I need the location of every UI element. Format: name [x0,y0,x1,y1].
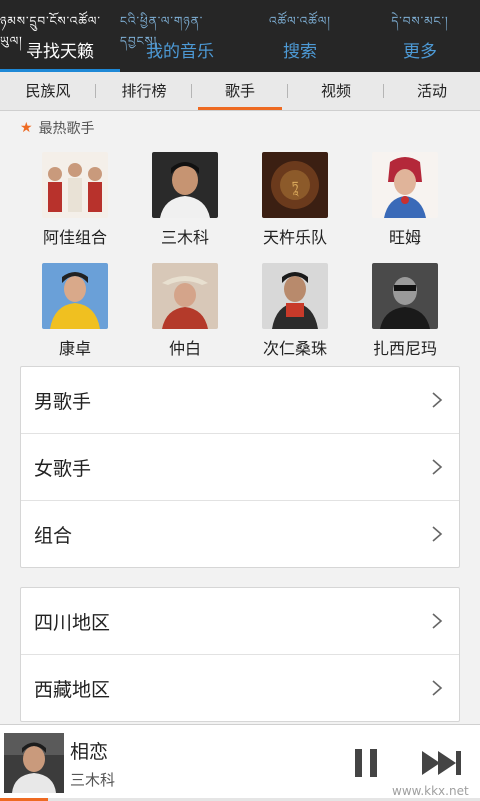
chevron-right-icon [432,459,443,475]
category-list: 男歌手 女歌手 组合 [20,366,460,568]
singer-photo[interactable] [152,152,218,218]
nav-tab-0[interactable]: ཉམས་དྲུབ་ངོས་འཚོལ་ཡུལ། 寻找天籁 [0,0,120,72]
sub-tab-2[interactable]: 歌手 [192,72,288,110]
singer-card[interactable]: 三木科 [130,152,240,248]
singer-photo[interactable] [42,263,108,329]
singer-name: 次仁桑珠 [262,339,327,358]
sub-tab-label: 歌手 [224,82,255,100]
singer-name: 旺姆 [388,228,421,247]
row-label: 女歌手 [34,457,92,480]
nav-tab-tibetan: འཚོལ་འཚོལ། [269,13,331,28]
chevron-right-icon [432,680,443,696]
nav-tab-1[interactable]: ངའི་ཕྱིན་ལ་གཉན་དབྱངས། 我的音乐 [120,0,240,72]
singer-card[interactable]: 阿佳组合 [20,152,130,248]
singer-name: 扎西尼玛 [372,339,437,358]
pause-button[interactable] [352,747,380,779]
song-artist: 三木科 [70,771,116,789]
nav-tab-tibetan: དེ་བས་མང་། [391,13,449,28]
singer-name: 仲白 [168,339,201,358]
nav-tab-3[interactable]: དེ་བས་མང་། 更多 [360,0,480,72]
singer-name: 康卓 [58,339,91,358]
section-title: 最热歌手 [38,121,95,137]
chevron-right-icon [432,392,443,408]
sub-tab-label: 视频 [320,82,351,100]
singer-photo[interactable] [372,263,438,329]
next-button[interactable] [420,749,464,777]
album-cover[interactable] [4,733,64,793]
sub-tab-bar: 民族风 排行榜 歌手 视频 活动 [0,72,480,111]
row-label: 四川地区 [34,611,111,634]
singer-card[interactable]: 旺姆 [350,152,460,248]
hot-singers-header: ★ 最热歌手 [20,118,95,138]
nav-tab-label: 更多 [403,41,437,62]
singer-card[interactable]: ཏཱ 天杵乐队 [240,152,350,248]
song-title: 相恋 [70,741,109,763]
nav-tab-label: 寻找天籁 [26,41,94,62]
pause-icon [355,749,377,777]
chevron-right-icon [432,613,443,629]
sub-tab-1[interactable]: 排行榜 [96,72,192,110]
categories-row[interactable]: 男歌手 [21,367,459,434]
singer-card[interactable]: 康卓 [20,263,130,359]
sub-tab-label: 活动 [416,82,447,100]
nav-tab-2[interactable]: འཚོལ་འཚོལ། 搜索 [240,0,360,72]
singer-card[interactable]: 扎西尼玛 [350,263,460,359]
chevron-right-icon [432,526,443,542]
singer-name: 天杵乐队 [262,228,327,247]
row-label: 男歌手 [34,390,92,413]
region-list: 四川地区 西藏地区 [20,587,460,722]
singer-name: 三木科 [160,228,209,247]
sub-tab-4[interactable]: 活动 [384,72,480,110]
watermark: www.kkx.net [392,784,469,798]
next-icon [422,751,461,775]
singer-photo[interactable]: ཏཱ [262,152,328,218]
star-icon: ★ [20,120,33,136]
nav-tab-tibetan: ཉམས་དྲུབ་ངོས་འཚོལ་ཡུལ། [0,13,101,48]
top-navigation: ཉམས་དྲུབ་ངོས་འཚོལ་ཡུལ། 寻找天籁 ངའི་ཕྱིན་ལ་གཉན… [0,0,480,72]
sub-tab-label: 排行榜 [121,82,167,100]
sub-tab-3[interactable]: 视频 [288,72,384,110]
row-label: 西藏地区 [34,678,111,701]
regions-row[interactable]: 西藏地区 [21,655,459,721]
categories-row[interactable]: 组合 [21,501,459,567]
nav-tab-label: 搜索 [283,41,317,62]
sub-tab-label: 民族风 [25,82,71,100]
nav-tab-label: 我的音乐 [146,41,214,62]
categories-row[interactable]: 女歌手 [21,434,459,501]
singer-photo[interactable] [262,263,328,329]
nav-tab-tibetan: ངའི་ཕྱིན་ལ་གཉན་དབྱངས། [120,13,204,48]
singer-grid: 阿佳组合 三木科 ཏཱ 天杵乐队 旺姆康卓 仲白 次仁桑珠 扎西尼玛 [20,152,460,359]
singer-photo[interactable] [372,152,438,218]
singer-name: 阿佳组合 [42,228,107,247]
singer-card[interactable]: 仲白 [130,263,240,359]
singer-card[interactable]: 次仁桑珠 [240,263,350,359]
sub-tab-0[interactable]: 民族风 [0,72,96,110]
singer-photo[interactable] [42,152,108,218]
row-label: 组合 [34,524,73,547]
singer-photo[interactable] [152,263,218,329]
regions-row[interactable]: 四川地区 [21,588,459,655]
